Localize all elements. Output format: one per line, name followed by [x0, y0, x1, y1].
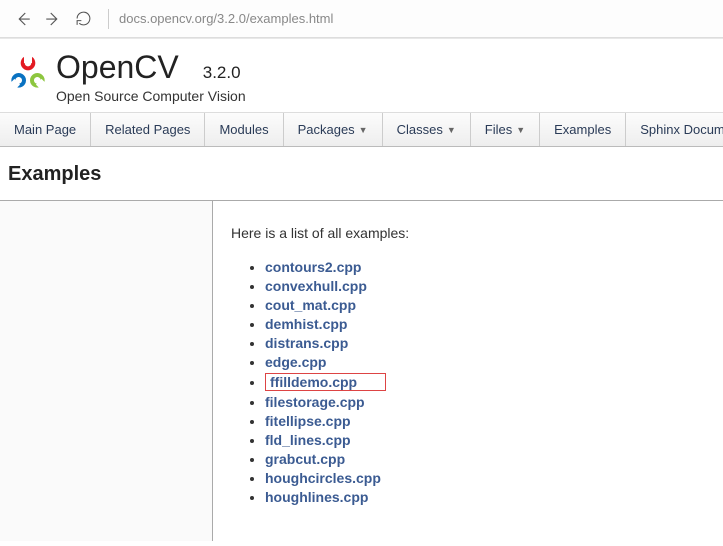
list-item: contours2.cpp [265, 259, 711, 275]
list-item: demhist.cpp [265, 316, 711, 332]
chevron-down-icon: ▼ [359, 125, 368, 135]
arrow-left-icon [14, 10, 32, 28]
chevron-down-icon: ▼ [516, 125, 525, 135]
nav-item-files[interactable]: Files ▼ [471, 113, 540, 146]
list-item: edge.cpp [265, 354, 711, 370]
example-link[interactable]: contours2.cpp [265, 259, 361, 275]
list-item: houghlines.cpp [265, 489, 711, 505]
chevron-down-icon: ▼ [447, 125, 456, 135]
nav-item-main-page[interactable]: Main Page [0, 113, 91, 146]
list-item: cout_mat.cpp [265, 297, 711, 313]
reload-button[interactable] [68, 4, 98, 34]
example-link[interactable]: edge.cpp [265, 354, 326, 370]
version-label: 3.2.0 [203, 63, 241, 83]
examples-list: contours2.cpp convexhull.cpp cout_mat.cppd… [231, 259, 711, 505]
list-item: fld_lines.cpp [265, 432, 711, 448]
separator [108, 9, 109, 29]
page-title: Examples [8, 163, 715, 186]
example-link[interactable]: fld_lines.cpp [265, 432, 351, 448]
example-link[interactable]: cout_mat.cpp [265, 297, 356, 313]
example-link[interactable]: fitellipse.cpp [265, 413, 351, 429]
main-nav: Main PageRelated PagesModulesPackages▼Cl… [0, 112, 723, 147]
nav-item-packages[interactable]: Packages ▼ [284, 113, 383, 146]
nav-label: Modules [219, 122, 268, 137]
list-item: grabcut.cpp [265, 451, 711, 467]
example-link[interactable]: distrans.cpp [265, 335, 348, 351]
example-link[interactable]: houghcircles.cpp [265, 470, 381, 486]
nav-item-sphinx-docume[interactable]: Sphinx Docume [626, 113, 723, 146]
list-item: houghcircles.cpp [265, 470, 711, 486]
nav-label: Files [485, 122, 512, 137]
nav-label: Main Page [14, 122, 76, 137]
nav-label: Packages [298, 122, 355, 137]
project-name: OpenCV [56, 49, 179, 86]
forward-button[interactable] [38, 4, 68, 34]
example-link[interactable]: houghlines.cpp [265, 489, 368, 505]
list-item: fitellipse.cpp [265, 413, 711, 429]
highlight-box: ffilldemo.cpp [265, 373, 386, 391]
nav-label: Examples [554, 122, 611, 137]
sidebar [0, 201, 213, 541]
nav-item-related-pages[interactable]: Related Pages [91, 113, 205, 146]
address-bar[interactable]: docs.opencv.org/3.2.0/examples.html [119, 11, 333, 26]
list-item: filestorage.cpp [265, 394, 711, 410]
example-link[interactable]: filestorage.cpp [265, 394, 365, 410]
nav-item-classes[interactable]: Classes ▼ [383, 113, 471, 146]
nav-label: Related Pages [105, 122, 190, 137]
intro-text: Here is a list of all examples: [231, 225, 711, 241]
reload-icon [75, 10, 92, 27]
main-content: Here is a list of all examples: contours… [213, 201, 723, 541]
tagline: Open Source Computer Vision [56, 88, 246, 104]
page-header: OpenCV 3.2.0 Open Source Computer Vision [0, 39, 723, 112]
list-item: ffilldemo.cpp [265, 373, 711, 391]
example-link[interactable]: ffilldemo.cpp [270, 374, 357, 390]
nav-item-modules[interactable]: Modules [205, 113, 283, 146]
nav-label: Sphinx Docume [640, 122, 723, 137]
arrow-right-icon [44, 10, 62, 28]
opencv-logo [8, 53, 48, 93]
nav-item-examples[interactable]: Examples [540, 113, 626, 146]
list-item: convexhull.cpp [265, 278, 711, 294]
example-link[interactable]: demhist.cpp [265, 316, 347, 332]
example-link[interactable]: grabcut.cpp [265, 451, 345, 467]
browser-toolbar: docs.opencv.org/3.2.0/examples.html [0, 0, 723, 38]
list-item: distrans.cpp [265, 335, 711, 351]
nav-label: Classes [397, 122, 443, 137]
back-button[interactable] [8, 4, 38, 34]
example-link[interactable]: convexhull.cpp [265, 278, 367, 294]
